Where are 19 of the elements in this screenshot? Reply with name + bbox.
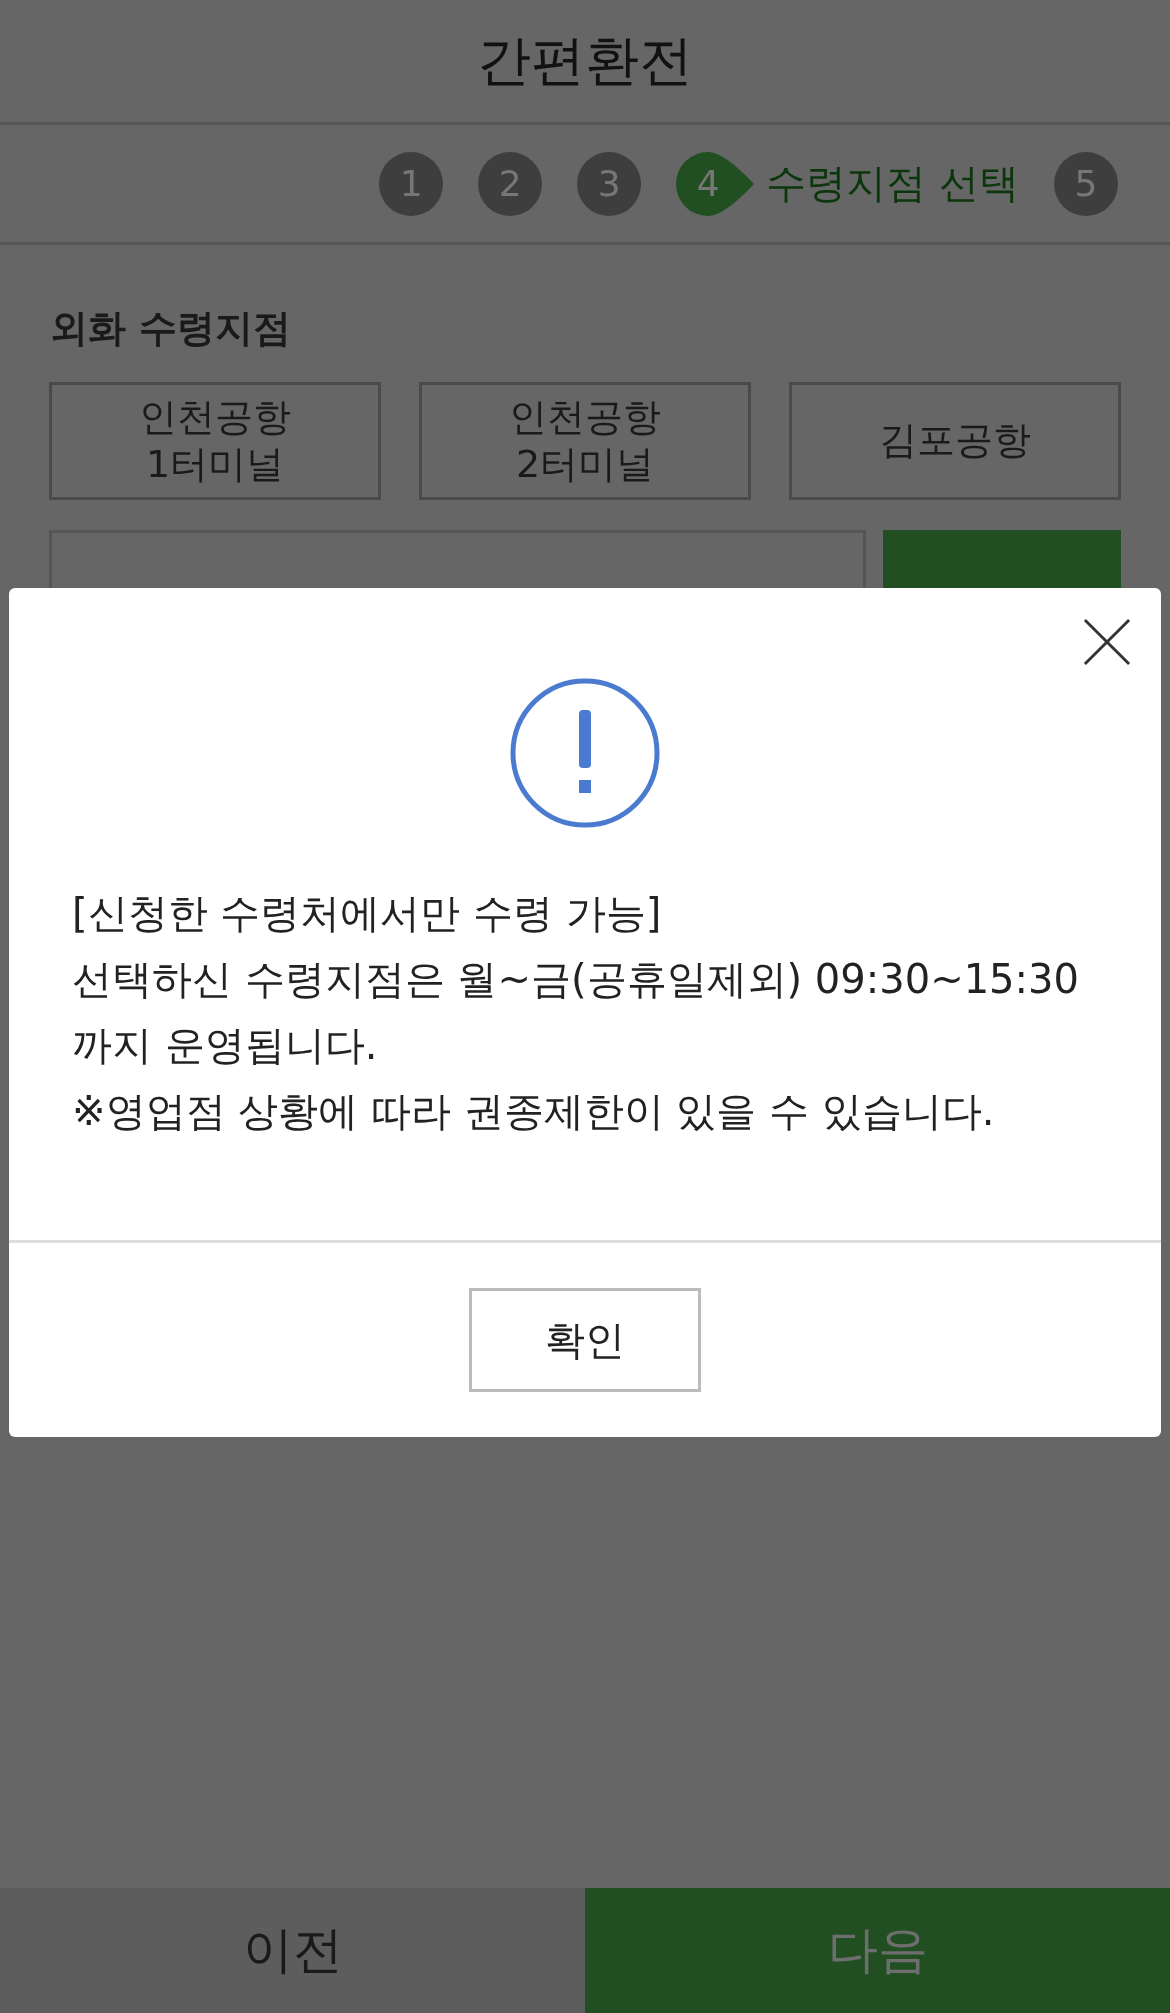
- location-button[interactable]: 김포공항: [789, 382, 1121, 500]
- page-title: 간편환전: [477, 27, 693, 94]
- close-icon[interactable]: [1083, 618, 1131, 666]
- step-label: 수령지점 선택: [766, 159, 1019, 208]
- dialog-note: ※영업점 상황에 따라 권종제한이 있을 수 있습니다.: [72, 1087, 996, 1136]
- step-number: 3: [577, 151, 642, 216]
- location-button[interactable]: 인천공항 1터미널: [49, 382, 381, 500]
- confirm-button[interactable]: 확인: [469, 1288, 701, 1392]
- dialog-message: 선택하신 수령지점은 월~금(공휴일제외) 09:30~15:30까지 운영됩니다.: [72, 955, 1080, 1070]
- dialog-heading: [신청한 수령처에서만 수령 가능]: [72, 889, 663, 938]
- location-button[interactable]: 인천공항 2터미널: [419, 382, 751, 500]
- step-number: 2: [478, 151, 543, 216]
- exclamation-icon: [510, 678, 660, 828]
- previous-button[interactable]: 이전: [0, 1888, 585, 2013]
- step-number: 4: [695, 162, 721, 206]
- section-title: 외화 수령지점: [50, 305, 293, 352]
- step-number: 5: [1054, 151, 1118, 216]
- next-button[interactable]: 다음: [585, 1888, 1170, 2013]
- step-number: 1: [379, 151, 444, 216]
